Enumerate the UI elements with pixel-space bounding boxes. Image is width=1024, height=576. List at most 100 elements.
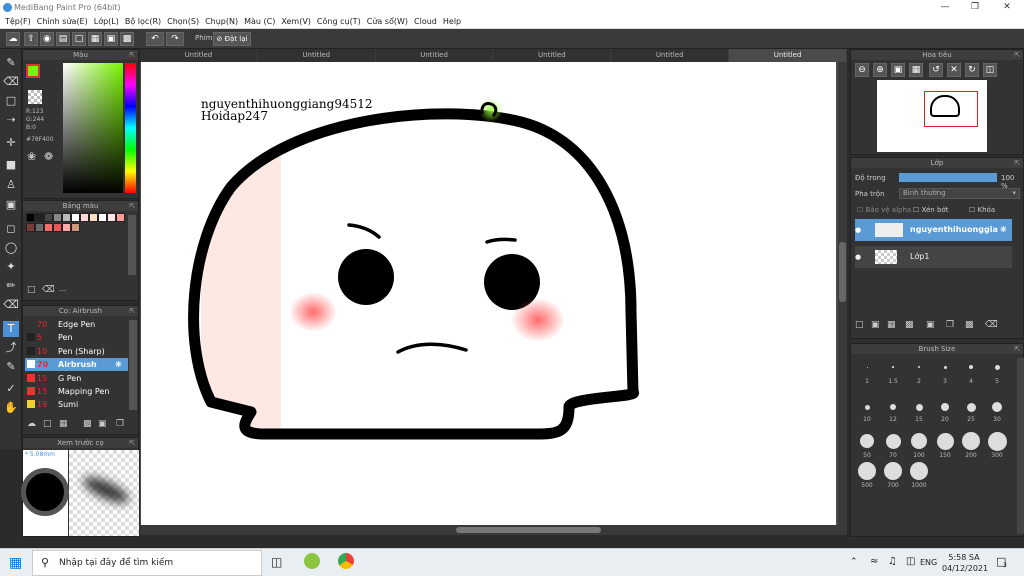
visibility-icon[interactable]: ●: [855, 246, 861, 268]
eyedropper-icon[interactable]: ✓: [3, 381, 19, 397]
move-tool-icon[interactable]: ✛: [3, 135, 19, 151]
brush-item[interactable]: 70 Edge Pen: [25, 318, 128, 331]
menu-view[interactable]: Xem(V): [281, 17, 311, 26]
pin-icon[interactable]: ⇱: [129, 438, 135, 448]
palette-swatch[interactable]: [80, 213, 89, 222]
brush-size-option[interactable]: 150: [933, 430, 957, 459]
primary-color-swatch[interactable]: [26, 64, 40, 78]
tab-untitled-1[interactable]: Untitled: [140, 49, 258, 62]
vertical-scroll-thumb[interactable]: [839, 242, 846, 302]
brush-item[interactable]: 15 Mapping Pen: [25, 385, 128, 398]
brush-size-option[interactable]: 20: [933, 398, 957, 423]
fit-icon[interactable]: ▣: [891, 63, 905, 77]
brush-item[interactable]: 19 Sumi: [25, 398, 128, 411]
layer-add-menu-icon[interactable]: ▩: [905, 320, 914, 330]
saturation-value-picker[interactable]: [63, 63, 123, 193]
palette-swatch[interactable]: [44, 223, 53, 232]
copy-brush-icon[interactable]: ❐: [116, 419, 124, 429]
grid-icon[interactable]: ▦: [88, 32, 102, 46]
zoom-out-icon[interactable]: ⊖: [855, 63, 869, 77]
gear-icon[interactable]: ❋: [1000, 219, 1007, 241]
menu-cloud[interactable]: Cloud: [414, 17, 437, 26]
menu-window[interactable]: Cửa sổ(W): [367, 17, 408, 26]
brush-settings-icon[interactable]: ▩: [83, 419, 92, 429]
vertical-scrollbar[interactable]: [838, 62, 847, 525]
clipping-checkbox[interactable]: ☐ Xén bớt: [913, 206, 948, 214]
wifi-icon[interactable]: ≈: [870, 556, 878, 567]
new-palette-icon[interactable]: □: [27, 285, 36, 295]
comment-icon[interactable]: ◉: [40, 32, 54, 46]
brush-size-option[interactable]: 2: [907, 356, 931, 385]
palette-swatch[interactable]: [62, 213, 71, 222]
pin-icon[interactable]: ⇱: [1014, 158, 1020, 168]
menu-edit[interactable]: Chỉnh sửa(E): [37, 17, 88, 26]
window-icon[interactable]: ▩: [120, 32, 134, 46]
cloud-icon[interactable]: ☁: [6, 32, 20, 46]
visibility-icon[interactable]: ●: [855, 219, 861, 241]
merge-layer-icon[interactable]: ▩: [965, 320, 974, 330]
brush-size-option[interactable]: 25: [959, 398, 983, 423]
clock[interactable]: 5:58 SA 04/12/2021: [942, 552, 988, 574]
alpha-protect-checkbox[interactable]: ☐ Bảo vệ alpha: [857, 206, 911, 214]
hand-tool-icon[interactable]: ✋: [3, 400, 19, 416]
tab-untitled-2[interactable]: Untitled: [257, 49, 376, 62]
lock-checkbox[interactable]: ☐ Khóa: [969, 206, 995, 214]
brush-size-option[interactable]: 200: [959, 430, 983, 459]
new-8bit-layer-icon[interactable]: ▦: [887, 320, 896, 330]
operation-tool-icon[interactable]: ⤴: [3, 340, 19, 356]
taskbar-search-box[interactable]: ⚲ Nhập tại đây để tìm kiếm: [32, 550, 262, 576]
palette-swatch[interactable]: [53, 213, 62, 222]
delete-palette-icon[interactable]: ⌫: [42, 285, 55, 295]
opacity-slider[interactable]: [899, 173, 997, 182]
palette-scrollbar[interactable]: [128, 215, 136, 275]
layers-icon[interactable]: ▤: [56, 32, 70, 46]
palette-swatch[interactable]: [89, 213, 98, 222]
divide-tool-icon[interactable]: ✎: [3, 359, 19, 375]
rotate-left-icon[interactable]: ↺: [929, 63, 943, 77]
cloud-brush-icon[interactable]: ☁: [27, 419, 36, 429]
chrome-icon[interactable]: [338, 553, 354, 569]
palette-icon[interactable]: ❀: [27, 150, 36, 163]
language-indicator[interactable]: ENG: [920, 558, 937, 567]
duplicate-layer-icon[interactable]: ❐: [946, 320, 954, 330]
actual-size-icon[interactable]: ▦: [909, 63, 923, 77]
share-icon[interactable]: ⇧: [24, 32, 38, 46]
brush-size-option[interactable]: 300: [985, 430, 1009, 459]
menu-color[interactable]: Màu (C): [244, 17, 275, 26]
magic-wand-icon[interactable]: ✦: [3, 259, 19, 275]
panel-icon[interactable]: ▣: [104, 32, 118, 46]
minimize-button[interactable]: —: [930, 1, 960, 14]
fill-shape-tool-icon[interactable]: ■: [3, 157, 19, 173]
brush-scrollbar[interactable]: [129, 320, 137, 410]
menu-filter[interactable]: Bộ lọc(R): [125, 17, 161, 26]
maximize-button[interactable]: ❐: [960, 1, 990, 14]
flip-icon[interactable]: ◫: [983, 63, 997, 77]
text-tool-icon[interactable]: T: [3, 321, 19, 337]
menu-snap[interactable]: Chụp(N): [205, 17, 238, 26]
layer-row[interactable]: ● Lớp1: [855, 246, 1012, 268]
menu-tools[interactable]: Công cụ(T): [317, 17, 361, 26]
line-tool-icon[interactable]: ➝: [3, 112, 19, 128]
brush-size-option[interactable]: 1: [855, 356, 879, 385]
palette-swatch[interactable]: [116, 213, 125, 222]
lasso-tool-icon[interactable]: ◯: [3, 240, 19, 256]
brush-tool-icon[interactable]: ✎: [3, 55, 19, 71]
menu-select[interactable]: Chọn(S): [167, 17, 199, 26]
add-brush-icon[interactable]: □: [43, 419, 52, 429]
palette-swatch[interactable]: [71, 213, 80, 222]
palette-swatch[interactable]: [35, 213, 44, 222]
palette-swatch[interactable]: [35, 223, 44, 232]
brush-size-option[interactable]: 15: [907, 398, 931, 423]
menu-file[interactable]: Tệp(F): [5, 17, 31, 26]
horizontal-scroll-thumb[interactable]: [456, 527, 601, 533]
palette-swatch[interactable]: [26, 223, 35, 232]
speaker-icon[interactable]: ♫: [888, 556, 897, 567]
page-icon[interactable]: □: [72, 32, 86, 46]
palette-swatch[interactable]: [62, 223, 71, 232]
select-pen-icon[interactable]: ✏: [3, 278, 19, 294]
brush-size-option[interactable]: 100: [907, 430, 931, 459]
palette-swatch[interactable]: [107, 213, 116, 222]
menu-layer[interactable]: Lớp(L): [94, 17, 119, 26]
undo-icon[interactable]: ↶: [146, 32, 164, 46]
folder-icon[interactable]: ▣: [98, 419, 107, 429]
